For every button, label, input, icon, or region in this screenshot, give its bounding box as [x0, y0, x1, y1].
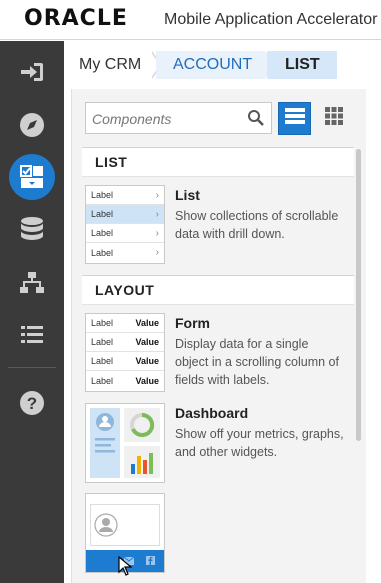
section-header-layout: LAYOUT [82, 275, 354, 305]
thumb-row: Label Value [86, 352, 164, 371]
component-description: Show off your metrics, graphs, and other… [175, 427, 344, 459]
breadcrumb: My CRM ACCOUNT LIST [64, 41, 381, 89]
search-icon[interactable] [247, 109, 265, 132]
component-title: Dashboard [175, 405, 249, 421]
dashboard-component-thumbnail[interactable] [85, 403, 165, 483]
database-icon [20, 216, 44, 242]
card-preview [90, 504, 160, 546]
person-icon [94, 513, 118, 537]
component-title: Form [175, 315, 210, 331]
sidebar-item-structure[interactable] [0, 258, 64, 308]
sidebar-item-help[interactable]: ? [0, 378, 64, 428]
help-icon: ? [19, 390, 45, 416]
sidebar-item-components[interactable] [0, 152, 64, 202]
component-description: Display data for a single object in a sc… [175, 337, 339, 387]
facebook-icon [146, 556, 155, 565]
thumb-row-selected: Label › [86, 205, 164, 224]
chevron-right-icon: › [155, 208, 159, 220]
active-indicator [9, 154, 55, 200]
component-title: List [175, 187, 200, 203]
chevron-right-icon: › [155, 227, 159, 239]
list-icon [20, 324, 44, 344]
sidebar: ? [0, 41, 64, 583]
sidebar-item-data[interactable] [0, 204, 64, 254]
list-view-button[interactable] [278, 102, 311, 135]
list-component-thumbnail[interactable]: Label › Label › Label › Label › [85, 185, 165, 264]
sign-in-icon [20, 62, 44, 82]
svg-text:?: ? [27, 394, 37, 413]
search-input[interactable]: Components [85, 102, 272, 134]
components-panel: Components LIST Label › Label › Label › Lab… [71, 89, 366, 583]
oracle-logo: ORACLE [24, 6, 128, 31]
sidebar-item-list[interactable] [0, 309, 64, 359]
section-title: LIST [95, 154, 128, 170]
breadcrumb-account[interactable]: ACCOUNT [156, 51, 265, 79]
breadcrumb-home[interactable]: My CRM [79, 51, 141, 79]
list-view-icon [284, 108, 305, 129]
thumb-row: Label › [86, 224, 164, 243]
thumb-row: Label › [91, 247, 159, 258]
component-description: Show collections of scrollable data with… [175, 209, 339, 241]
components-icon [19, 164, 45, 190]
scrollbar-thumb[interactable] [356, 149, 361, 441]
thumb-row: Label Value [86, 333, 164, 352]
grid-view-button[interactable] [318, 102, 350, 135]
grid-view-icon [325, 107, 343, 130]
section-header-list: LIST [82, 147, 354, 177]
search-placeholder: Components [92, 111, 172, 127]
sidebar-item-exit[interactable] [0, 47, 64, 97]
app-title: Mobile Application Accelerator [164, 11, 378, 28]
chevron-right-icon: › [155, 247, 159, 258]
breadcrumb-list[interactable]: LIST [267, 51, 337, 79]
chevron-right-icon: › [155, 189, 159, 201]
thumb-row: Label Value [91, 375, 159, 386]
thumb-row: Label › [86, 186, 164, 205]
thumb-row: Label Value [86, 314, 164, 333]
form-component-thumbnail[interactable]: Label Value Label Value Label Value Label Va… [85, 313, 165, 392]
app-header: ORACLE Mobile Application Accelerator [0, 0, 381, 40]
mouse-cursor-icon [118, 555, 133, 581]
sitemap-icon [19, 271, 45, 295]
sidebar-divider [8, 367, 56, 368]
sidebar-item-explore[interactable] [0, 100, 64, 150]
section-title: LAYOUT [95, 282, 155, 298]
dashboard-preview-graphic [86, 404, 164, 482]
compass-icon [19, 112, 45, 138]
